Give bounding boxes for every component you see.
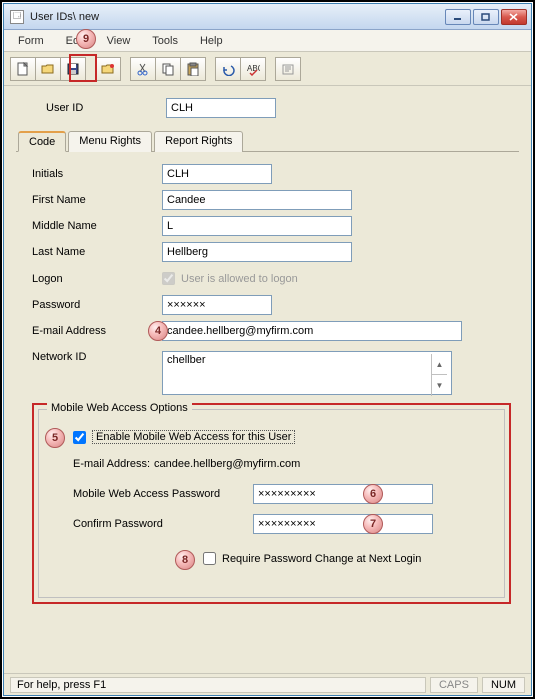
maximize-button[interactable] bbox=[473, 9, 499, 25]
new-button[interactable] bbox=[10, 57, 36, 81]
mobile-group-legend: Mobile Web Access Options bbox=[47, 402, 192, 414]
menu-tools[interactable]: Tools bbox=[142, 33, 188, 49]
window-title: User IDs\ new bbox=[30, 11, 445, 23]
email-input[interactable] bbox=[162, 321, 462, 341]
mobile-email-label: E-mail Address: bbox=[73, 458, 150, 470]
folder-button[interactable] bbox=[95, 57, 121, 81]
password-label: Password bbox=[32, 299, 162, 311]
spellcheck-button[interactable]: ABC bbox=[240, 57, 266, 81]
callout-6: 6 bbox=[363, 484, 383, 504]
password-input[interactable] bbox=[162, 295, 272, 315]
menu-help[interactable]: Help bbox=[190, 33, 233, 49]
client-area: User ID Code Menu Rights Report Rights I… bbox=[4, 86, 531, 673]
middle-name-label: Middle Name bbox=[32, 220, 162, 232]
tab-report-rights[interactable]: Report Rights bbox=[154, 131, 243, 152]
require-change-label: Require Password Change at Next Login bbox=[222, 553, 421, 565]
network-id-value: chellber bbox=[167, 354, 206, 366]
callout-7: 7 bbox=[363, 514, 383, 534]
last-name-label: Last Name bbox=[32, 246, 162, 258]
network-id-spin-up[interactable]: ▲ bbox=[432, 354, 447, 375]
network-id-input[interactable]: chellber ▲ ▼ bbox=[162, 351, 452, 395]
close-button[interactable] bbox=[501, 9, 527, 25]
menu-view[interactable]: View bbox=[97, 33, 141, 49]
email-label: E-mail Address bbox=[32, 325, 162, 337]
confirm-password-label: Confirm Password bbox=[73, 518, 253, 530]
callout-9: 9 bbox=[76, 29, 96, 49]
first-name-input[interactable] bbox=[162, 190, 352, 210]
window: 🗔 User IDs\ new Form Edit View Tools Hel… bbox=[3, 3, 532, 696]
logon-checkbox bbox=[162, 272, 175, 285]
confirm-password-input[interactable] bbox=[253, 514, 433, 534]
paste-button[interactable] bbox=[180, 57, 206, 81]
open-button[interactable] bbox=[35, 57, 61, 81]
titlebar: 🗔 User IDs\ new bbox=[4, 4, 531, 30]
status-help: For help, press F1 bbox=[10, 677, 426, 693]
last-name-input[interactable] bbox=[162, 242, 352, 262]
require-change-checkbox[interactable] bbox=[203, 552, 216, 565]
tab-code-body: Initials First Name Middle Name Last Nam… bbox=[16, 152, 519, 608]
tab-code[interactable]: Code bbox=[18, 131, 66, 152]
callout-4: 4 bbox=[148, 321, 168, 341]
user-id-input[interactable] bbox=[166, 98, 276, 118]
toolbar: ABC bbox=[4, 52, 531, 86]
mobile-password-label: Mobile Web Access Password bbox=[73, 488, 253, 500]
undo-button[interactable] bbox=[215, 57, 241, 81]
logon-checkbox-label: User is allowed to logon bbox=[181, 273, 298, 285]
status-caps: CAPS bbox=[430, 677, 478, 693]
statusbar: For help, press F1 CAPS NUM bbox=[4, 673, 531, 695]
notes-button[interactable] bbox=[275, 57, 301, 81]
enable-mobile-label: Enable Mobile Web Access for this User bbox=[92, 430, 295, 444]
status-num: NUM bbox=[482, 677, 525, 693]
tab-menu-rights[interactable]: Menu Rights bbox=[68, 131, 152, 152]
menu-form[interactable]: Form bbox=[8, 33, 54, 49]
mobile-password-input[interactable] bbox=[253, 484, 433, 504]
app-icon: 🗔 bbox=[10, 10, 24, 24]
copy-button[interactable] bbox=[155, 57, 181, 81]
first-name-label: First Name bbox=[32, 194, 162, 206]
user-id-label: User ID bbox=[46, 102, 166, 114]
cut-button[interactable] bbox=[130, 57, 156, 81]
network-id-label: Network ID bbox=[32, 351, 162, 363]
logon-label: Logon bbox=[32, 273, 162, 285]
initials-label: Initials bbox=[32, 168, 162, 180]
callout-5: 5 bbox=[45, 428, 65, 448]
mobile-email-value: candee.hellberg@myfirm.com bbox=[154, 458, 300, 470]
save-button[interactable] bbox=[60, 57, 86, 81]
svg-text:ABC: ABC bbox=[247, 64, 260, 73]
mobile-group: Mobile Web Access Options 5 Enable Mobil… bbox=[38, 409, 505, 598]
minimize-button[interactable] bbox=[445, 9, 471, 25]
initials-input[interactable] bbox=[162, 164, 272, 184]
mobile-group-highlight: Mobile Web Access Options 5 Enable Mobil… bbox=[32, 403, 511, 604]
enable-mobile-checkbox[interactable] bbox=[73, 431, 86, 444]
middle-name-input[interactable] bbox=[162, 216, 352, 236]
tab-strip: Code Menu Rights Report Rights bbox=[16, 130, 519, 152]
network-id-spin-down[interactable]: ▼ bbox=[432, 375, 447, 396]
callout-8: 8 bbox=[175, 550, 195, 570]
